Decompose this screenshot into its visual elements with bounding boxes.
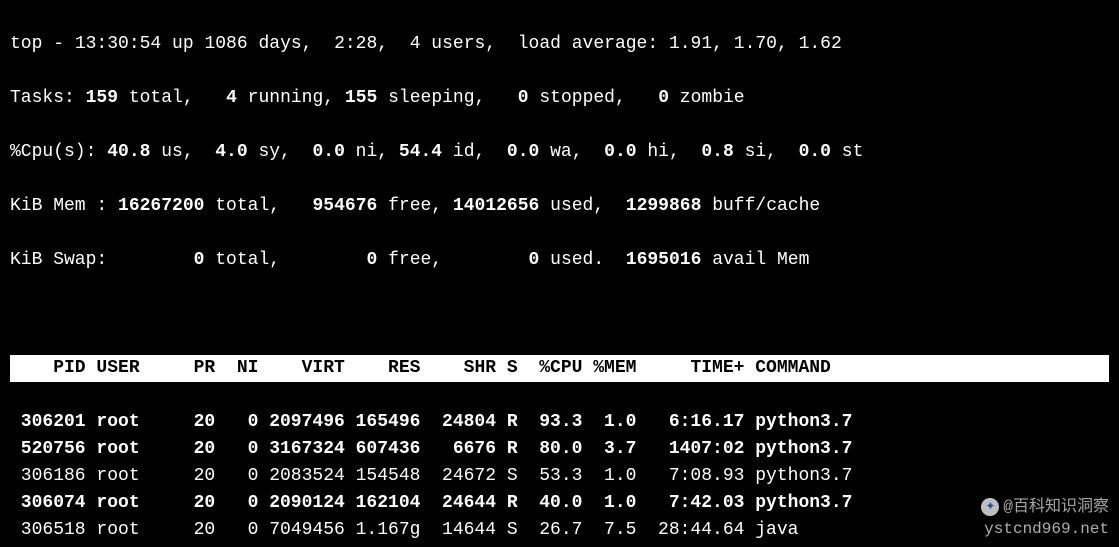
process-row[interactable]: 306518 root20070494561.167g14644S26.77.5… bbox=[10, 517, 1109, 544]
col-pid: PID bbox=[10, 355, 86, 382]
cell-virt: 2097496 bbox=[258, 409, 344, 436]
cell-ni: 0 bbox=[215, 436, 258, 463]
cell-pr: 20 bbox=[150, 490, 215, 517]
cell-pid: 306074 bbox=[10, 490, 86, 517]
col-cmd: COMMAND bbox=[744, 355, 830, 382]
cell-mem: 1.0 bbox=[582, 409, 636, 436]
col-ni: NI bbox=[215, 355, 258, 382]
cell-cmd: python3.7 bbox=[744, 409, 852, 436]
cell-pid: 306518 bbox=[10, 517, 86, 544]
process-table-header: PID USERPRNIVIRTRESSHRS%CPU%MEMTIME+COMM… bbox=[10, 355, 1109, 382]
cell-ni: 0 bbox=[215, 463, 258, 490]
col-user: USER bbox=[96, 355, 150, 382]
cell-mem: 3.7 bbox=[582, 436, 636, 463]
blank-line bbox=[10, 301, 1109, 328]
cell-ni: 0 bbox=[215, 517, 258, 544]
process-row[interactable]: 520756 root20031673246074366676R80.03.71… bbox=[10, 436, 1109, 463]
cell-shr: 24672 bbox=[420, 463, 496, 490]
cell-shr: 24804 bbox=[420, 409, 496, 436]
cell-time: 7:08.93 bbox=[636, 463, 744, 490]
cell-s: S bbox=[496, 517, 518, 544]
cell-pid: 520756 bbox=[10, 436, 86, 463]
cell-cpu: 80.0 bbox=[518, 436, 583, 463]
process-row[interactable]: 306186 root200208352415454824672S53.31.0… bbox=[10, 463, 1109, 490]
col-mem: %MEM bbox=[582, 355, 636, 382]
cell-shr: 24644 bbox=[420, 490, 496, 517]
cell-pr: 20 bbox=[150, 409, 215, 436]
cell-user: root bbox=[96, 463, 150, 490]
terminal-output: top - 13:30:54 up 1086 days, 2:28, 4 use… bbox=[0, 0, 1119, 547]
cell-s: R bbox=[496, 436, 518, 463]
col-time: TIME+ bbox=[636, 355, 744, 382]
cell-user: root bbox=[96, 490, 150, 517]
cell-res: 162104 bbox=[345, 490, 421, 517]
cell-pid: 306186 bbox=[10, 463, 86, 490]
cell-cmd: python3.7 bbox=[744, 490, 852, 517]
watermark-handle: ✦@百科知识洞察 bbox=[981, 495, 1109, 519]
col-virt: VIRT bbox=[258, 355, 344, 382]
cell-cmd: java bbox=[744, 517, 798, 544]
cell-cpu: 26.7 bbox=[518, 517, 583, 544]
col-cpu: %CPU bbox=[518, 355, 583, 382]
cell-s: S bbox=[496, 463, 518, 490]
col-s: S bbox=[496, 355, 518, 382]
cell-virt: 2083524 bbox=[258, 463, 344, 490]
cell-pr: 20 bbox=[150, 436, 215, 463]
cell-s: R bbox=[496, 490, 518, 517]
col-res: RES bbox=[345, 355, 421, 382]
process-table-body: 306201 root200209749616549624804R93.31.0… bbox=[10, 409, 1109, 547]
cell-pr: 20 bbox=[150, 463, 215, 490]
cell-cpu: 53.3 bbox=[518, 463, 583, 490]
cell-user: root bbox=[96, 517, 150, 544]
cell-res: 165496 bbox=[345, 409, 421, 436]
summary-line-swap: KiB Swap: 0 total, 0 free, 0 used. 16950… bbox=[10, 247, 1109, 274]
cell-time: 7:42.03 bbox=[636, 490, 744, 517]
summary-line-mem: KiB Mem : 16267200 total, 954676 free, 1… bbox=[10, 193, 1109, 220]
cell-virt: 3167324 bbox=[258, 436, 344, 463]
cell-time: 28:44.64 bbox=[636, 517, 744, 544]
cell-pr: 20 bbox=[150, 517, 215, 544]
cell-s: R bbox=[496, 409, 518, 436]
cell-virt: 2090124 bbox=[258, 490, 344, 517]
cell-pid: 306201 bbox=[10, 409, 86, 436]
cell-time: 1407:02 bbox=[636, 436, 744, 463]
watermark-site: ystcnd969.net bbox=[984, 517, 1109, 541]
cell-cpu: 93.3 bbox=[518, 409, 583, 436]
cell-cmd: python3.7 bbox=[744, 463, 852, 490]
process-row[interactable]: 306074 root200209012416210424644R40.01.0… bbox=[10, 490, 1109, 517]
cell-time: 6:16.17 bbox=[636, 409, 744, 436]
col-pr: PR bbox=[150, 355, 215, 382]
summary-line-cpu: %Cpu(s): 40.8 us, 4.0 sy, 0.0 ni, 54.4 i… bbox=[10, 139, 1109, 166]
col-shr: SHR bbox=[420, 355, 496, 382]
cell-user: root bbox=[96, 436, 150, 463]
cell-ni: 0 bbox=[215, 490, 258, 517]
summary-line-tasks: Tasks: 159 total, 4 running, 155 sleepin… bbox=[10, 85, 1109, 112]
cell-mem: 1.0 bbox=[582, 463, 636, 490]
cell-mem: 7.5 bbox=[582, 517, 636, 544]
cell-ni: 0 bbox=[215, 409, 258, 436]
summary-line-uptime: top - 13:30:54 up 1086 days, 2:28, 4 use… bbox=[10, 31, 1109, 58]
cell-user: root bbox=[96, 409, 150, 436]
cell-virt: 7049456 bbox=[258, 517, 344, 544]
process-row[interactable]: 306201 root200209749616549624804R93.31.0… bbox=[10, 409, 1109, 436]
cell-res: 607436 bbox=[345, 436, 421, 463]
cell-cpu: 40.0 bbox=[518, 490, 583, 517]
cell-res: 1.167g bbox=[345, 517, 421, 544]
paw-icon: ✦ bbox=[981, 498, 999, 516]
cell-mem: 1.0 bbox=[582, 490, 636, 517]
cell-res: 154548 bbox=[345, 463, 421, 490]
cell-shr: 14644 bbox=[420, 517, 496, 544]
cell-cmd: python3.7 bbox=[744, 436, 852, 463]
cell-shr: 6676 bbox=[420, 436, 496, 463]
